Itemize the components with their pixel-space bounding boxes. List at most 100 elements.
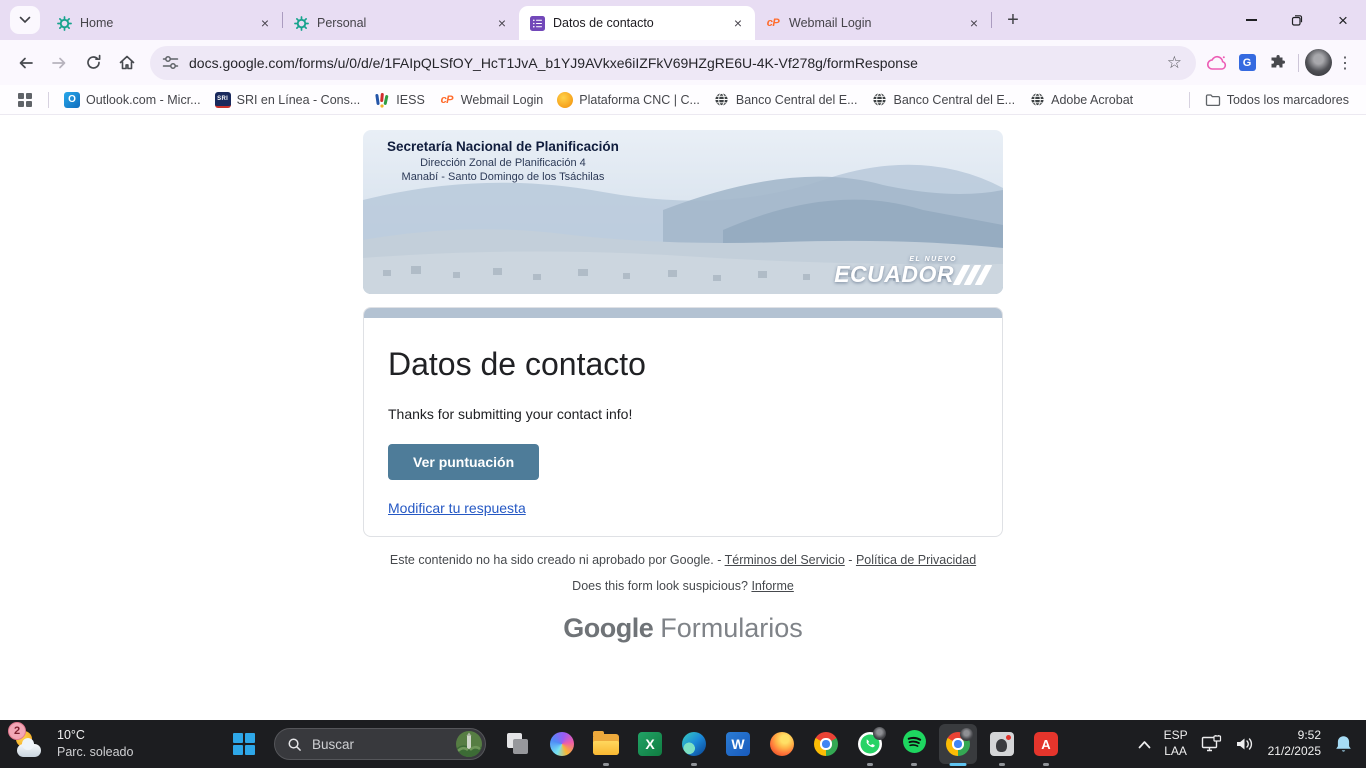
report-abuse-line: Does this form look suspicious? Informe: [363, 579, 1003, 593]
tab-search-button[interactable]: [10, 6, 40, 34]
screen: Home × Personal × Datos de contacto × cP…: [0, 0, 1366, 768]
google-forms-icon: [529, 15, 545, 31]
tab-close-icon[interactable]: ×: [729, 14, 747, 32]
outlook-icon: O: [64, 92, 80, 108]
tab-datos-de-contacto-active[interactable]: Datos de contacto ×: [519, 6, 755, 40]
chrome-button[interactable]: [804, 720, 848, 768]
edge-button[interactable]: [672, 720, 716, 768]
bookmark-star-icon[interactable]: ☆: [1165, 53, 1184, 73]
reload-button[interactable]: [76, 46, 110, 80]
disclaimer-separator: -: [848, 553, 852, 567]
google-forms-wordmark: GoogleFormularios: [363, 613, 1003, 644]
tab-close-icon[interactable]: ×: [493, 14, 511, 32]
taskbar-search[interactable]: [274, 728, 486, 760]
running-indicator: [999, 763, 1005, 766]
minimize-button[interactable]: [1228, 0, 1274, 40]
cloud-icon: [17, 744, 41, 757]
close-window-button[interactable]: ×: [1320, 0, 1366, 40]
java-app-button[interactable]: [980, 720, 1024, 768]
address-bar[interactable]: docs.google.com/forms/u/0/d/e/1FAIpQLSfO…: [150, 46, 1196, 80]
forward-icon: [51, 55, 68, 71]
home-button[interactable]: [110, 46, 144, 80]
bookmark-webmail[interactable]: cP Webmail Login: [432, 89, 550, 111]
ecuador-logo-text: ECUADOR: [834, 263, 954, 286]
all-bookmarks-button[interactable]: Todos los marcadores: [1198, 89, 1356, 111]
language-indicator[interactable]: ESP LAA: [1164, 728, 1188, 759]
volume-icon[interactable]: [1235, 736, 1255, 752]
chrome-active-button[interactable]: [936, 720, 980, 768]
bookmark-adobe-acrobat[interactable]: Adobe Acrobat: [1022, 89, 1140, 111]
file-explorer-icon: [593, 734, 619, 755]
card-accent-strip: [364, 308, 1002, 318]
webmail-gear-icon: [56, 15, 72, 31]
browser-menu-icon[interactable]: ⋮: [1332, 48, 1358, 78]
forward-button[interactable]: [42, 46, 76, 80]
back-button[interactable]: [8, 46, 42, 80]
edit-response-link[interactable]: Modificar tu respuesta: [388, 500, 526, 516]
copilot-button[interactable]: [540, 720, 584, 768]
report-link[interactable]: Informe: [751, 579, 793, 593]
search-highlight-image[interactable]: [456, 731, 482, 757]
excel-button[interactable]: X: [628, 720, 672, 768]
bookmark-label: IESS: [396, 93, 425, 107]
card-body: Datos de contacto Thanks for submitting …: [364, 344, 1002, 516]
bookmark-outlook[interactable]: O Outlook.com - Micr...: [57, 89, 208, 111]
acrobat-button[interactable]: A: [1024, 720, 1068, 768]
whatsapp-button[interactable]: [848, 720, 892, 768]
whatsapp-icon: [857, 731, 883, 757]
task-view-button[interactable]: [496, 720, 540, 768]
bookmark-iess[interactable]: IESS: [367, 89, 432, 111]
google-translate-icon[interactable]: G: [1232, 48, 1262, 78]
all-bookmarks-label: Todos los marcadores: [1227, 93, 1349, 107]
view-score-button[interactable]: Ver puntuación: [388, 444, 539, 480]
weather-widget[interactable]: 2 10°C Parc. soleado: [0, 727, 224, 761]
hidden-icons-chevron[interactable]: [1138, 740, 1151, 749]
start-button[interactable]: [224, 722, 264, 766]
restore-button[interactable]: [1274, 0, 1320, 40]
network-icon[interactable]: [1201, 735, 1222, 753]
running-indicator: [603, 763, 609, 766]
extensions-puzzle-icon[interactable]: [1262, 48, 1292, 78]
profile-badge: [873, 727, 886, 740]
form-header-image: Secretaría Nacional de Planificación Dir…: [363, 130, 1003, 294]
apps-grid-icon[interactable]: [10, 85, 40, 115]
bookmark-label: Plataforma CNC | C...: [579, 93, 700, 107]
profile-avatar[interactable]: [1305, 49, 1332, 76]
search-input[interactable]: [310, 736, 430, 753]
date: 21/2/2025: [1268, 744, 1321, 760]
file-explorer-button[interactable]: [584, 720, 628, 768]
spotify-button[interactable]: [892, 720, 936, 768]
org-dept: Dirección Zonal de Planificación 4: [387, 157, 619, 169]
weather-extension-icon[interactable]: [1202, 48, 1232, 78]
ecuador-logo: EL NUEVO ECUADOR: [834, 256, 987, 286]
org-name: Secretaría Nacional de Planificación: [387, 139, 619, 154]
running-indicator: [1043, 763, 1049, 766]
firefox-button[interactable]: [760, 720, 804, 768]
globe-icon: [1029, 92, 1045, 108]
bookmark-banco-central-2[interactable]: Banco Central del E...: [865, 89, 1023, 111]
globe-icon: [872, 92, 888, 108]
clock[interactable]: 9:52 21/2/2025: [1268, 728, 1321, 759]
bookmarks-divider: [48, 92, 49, 108]
tab-home[interactable]: Home ×: [46, 6, 282, 40]
profile-badge: [960, 728, 973, 741]
tab-webmail-login[interactable]: cP Webmail Login ×: [755, 6, 991, 40]
word-button[interactable]: W: [716, 720, 760, 768]
tab-title: Webmail Login: [789, 16, 965, 30]
privacy-link[interactable]: Política de Privacidad: [856, 553, 976, 567]
site-settings-icon[interactable]: [162, 55, 179, 70]
bookmark-cnc[interactable]: Plataforma CNC | C...: [550, 89, 707, 111]
url-text[interactable]: docs.google.com/forms/u/0/d/e/1FAIpQLSfO…: [189, 55, 1165, 71]
tab-title: Home: [80, 16, 256, 30]
bookmark-sri[interactable]: SRI SRI en Línea - Cons...: [208, 89, 368, 111]
tab-close-icon[interactable]: ×: [256, 14, 274, 32]
reload-icon: [85, 54, 102, 71]
terms-link[interactable]: Términos del Servicio: [725, 553, 845, 567]
tab-personal[interactable]: Personal ×: [283, 6, 519, 40]
bookmark-label: Banco Central del E...: [736, 93, 858, 107]
bookmark-banco-central-1[interactable]: Banco Central del E...: [707, 89, 865, 111]
new-tab-button[interactable]: +: [998, 5, 1028, 35]
tab-close-icon[interactable]: ×: [965, 14, 983, 32]
notification-bell-icon[interactable]: [1334, 734, 1353, 754]
cpanel-icon: cP: [439, 92, 455, 108]
